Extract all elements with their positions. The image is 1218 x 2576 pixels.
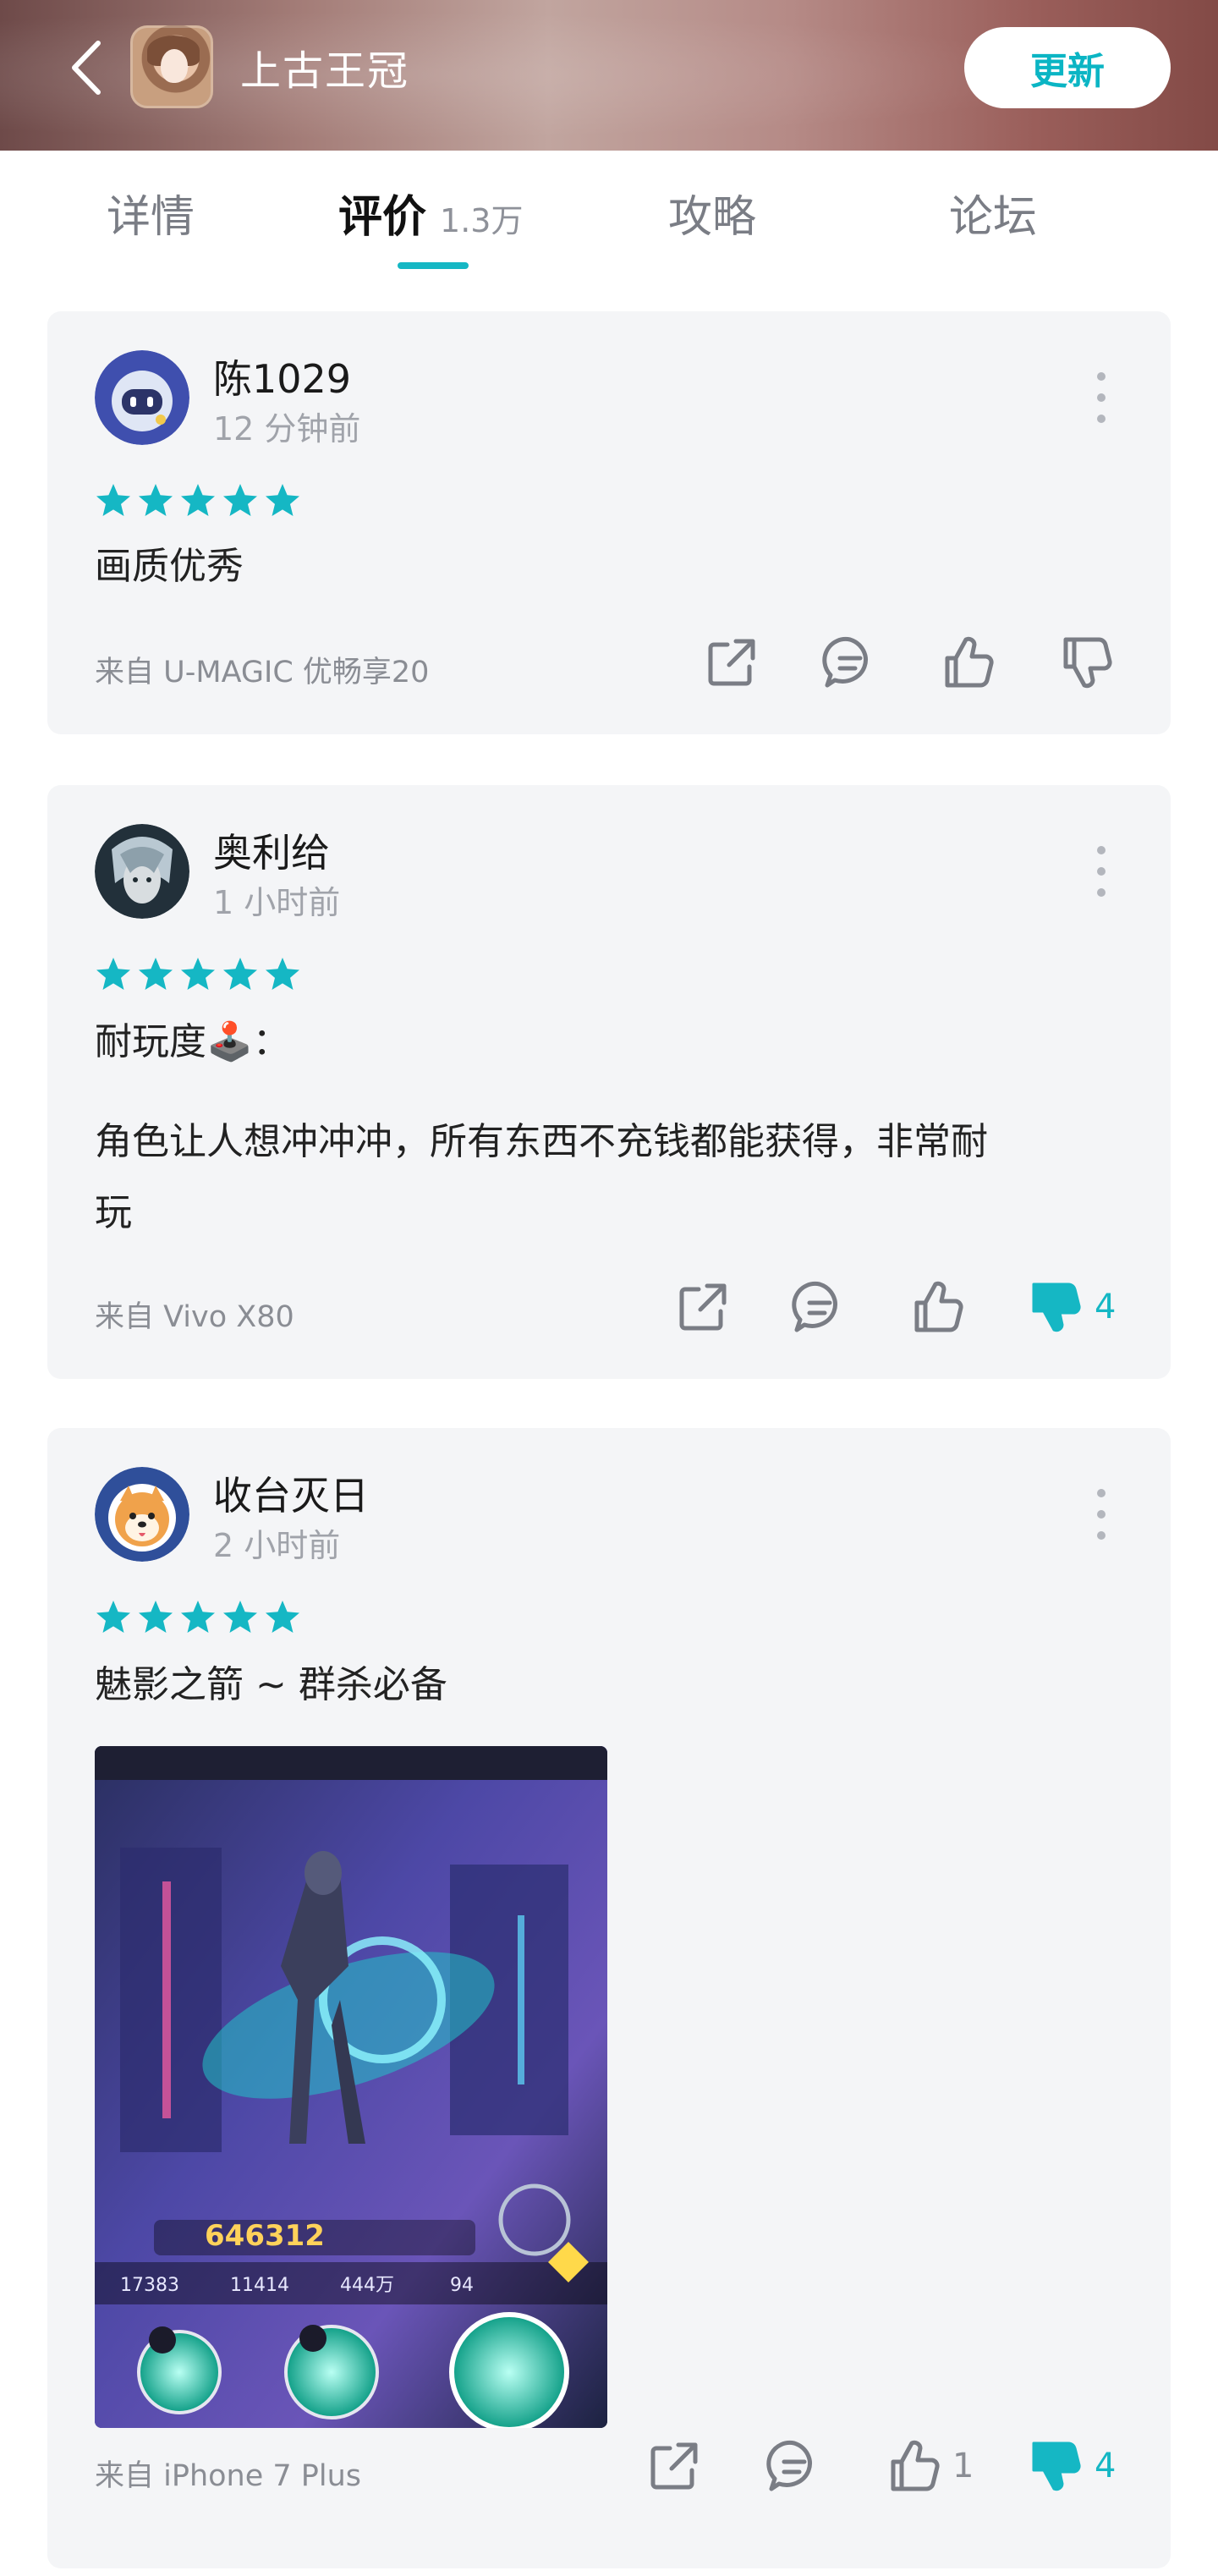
comment-icon bbox=[766, 2440, 812, 2491]
star-icon bbox=[96, 1601, 130, 1633]
review-count: 1.3万 bbox=[440, 202, 524, 239]
comment-icon bbox=[822, 636, 868, 688]
review-text: 魅影之箭 ~ 群杀必备 bbox=[95, 1650, 447, 1721]
avatar[interactable] bbox=[95, 350, 189, 445]
review-line: 玩 bbox=[95, 1191, 132, 1234]
review-time: 12 分钟前 bbox=[213, 410, 361, 448]
comment-button[interactable] bbox=[820, 633, 880, 692]
share-button[interactable] bbox=[645, 2436, 704, 2496]
star-icon bbox=[266, 958, 299, 990]
app-title: 上古王冠 bbox=[240, 47, 410, 95]
star-icon bbox=[266, 484, 299, 516]
share-button[interactable] bbox=[673, 1277, 732, 1337]
tab-bar: 详情 评价 1.3万 攻略 论坛 bbox=[0, 151, 1218, 277]
review-line: 耐玩度🕹️： bbox=[95, 1020, 290, 1063]
tab-label: 论坛 bbox=[949, 192, 1038, 243]
stat-value: 11414 bbox=[230, 2275, 289, 2296]
username[interactable]: 奥利给 bbox=[213, 822, 330, 878]
star-icon bbox=[223, 958, 257, 990]
star-icon bbox=[181, 958, 215, 990]
comment-button[interactable] bbox=[790, 1277, 849, 1337]
review-time: 1 小时前 bbox=[213, 884, 341, 921]
star-icon bbox=[139, 958, 173, 990]
device-source: 来自 Vivo X80 bbox=[95, 1300, 294, 1334]
review-card: 收台灭日 2 小时前 魅影之箭 ~ 群杀必备 646312 17383 1141… bbox=[47, 1428, 1171, 2568]
avatar[interactable] bbox=[95, 1467, 189, 1562]
star-rating bbox=[95, 956, 301, 993]
thumbs-down-icon bbox=[1063, 637, 1112, 689]
dislike-button[interactable]: 4 bbox=[1027, 2436, 1116, 2496]
like-button[interactable] bbox=[908, 1277, 976, 1337]
dislike-count: 4 bbox=[1095, 1288, 1116, 1326]
comment-button[interactable] bbox=[765, 2436, 824, 2496]
more-options-icon[interactable] bbox=[1091, 846, 1111, 897]
active-tab-indicator bbox=[398, 262, 469, 269]
tab-label: 攻略 bbox=[668, 192, 757, 243]
thumbs-down-filled-icon bbox=[1032, 1283, 1081, 1332]
avatar[interactable] bbox=[95, 824, 189, 919]
comment-icon bbox=[792, 1281, 837, 1332]
star-icon bbox=[96, 958, 130, 990]
star-icon bbox=[223, 484, 257, 516]
update-button[interactable]: 更新 bbox=[964, 27, 1171, 108]
review-card: 奥利给 1 小时前 耐玩度🕹️： 角色让人想冲冲冲，所有东西不充钱都能获得，非常… bbox=[47, 785, 1171, 1379]
app-icon bbox=[130, 25, 213, 108]
back-arrow-icon bbox=[72, 41, 101, 95]
tab-details[interactable]: 详情 bbox=[107, 181, 195, 244]
share-icon bbox=[650, 2442, 698, 2490]
device-source: 来自 U-MAGIC 优畅享20 bbox=[95, 656, 430, 689]
star-icon bbox=[139, 1601, 173, 1633]
stat-value: 94 bbox=[450, 2275, 474, 2296]
star-icon bbox=[96, 484, 130, 516]
tab-label: 评价 bbox=[338, 192, 427, 243]
thumbs-up-icon bbox=[914, 1281, 963, 1332]
review-text: 耐玩度🕹️： 角色让人想冲冲冲，所有东西不充钱都能获得，非常耐 玩 bbox=[95, 1007, 988, 1249]
username[interactable]: 陈1029 bbox=[213, 349, 351, 404]
device-source: 来自 iPhone 7 Plus bbox=[95, 2459, 362, 2493]
thumbs-up-icon bbox=[891, 2440, 940, 2491]
share-icon bbox=[708, 639, 755, 686]
star-icon bbox=[181, 484, 215, 516]
stat-value: 17383 bbox=[120, 2275, 179, 2296]
star-icon bbox=[223, 1601, 257, 1633]
star-rating bbox=[95, 482, 301, 519]
dislike-button[interactable]: 4 bbox=[1027, 1277, 1116, 1337]
power-value: 646312 bbox=[205, 2219, 325, 2253]
tab-reviews[interactable]: 评价 1.3万 bbox=[338, 181, 523, 244]
like-button[interactable] bbox=[939, 633, 1007, 692]
stat-value: 444万 bbox=[340, 2275, 394, 2296]
star-icon bbox=[139, 484, 173, 516]
username[interactable]: 收台灭日 bbox=[213, 1465, 369, 1521]
app-header: 上古王冠 更新 bbox=[0, 0, 1218, 151]
star-rating bbox=[95, 1599, 301, 1636]
review-screenshot-image[interactable]: 646312 17383 11414 444万 94 bbox=[95, 1746, 607, 2428]
review-card: 陈1029 12 分钟前 画质优秀 来自 U-MAGIC 优畅享20 bbox=[47, 311, 1171, 734]
star-icon bbox=[266, 1601, 299, 1633]
more-options-icon[interactable] bbox=[1091, 372, 1111, 423]
thumbs-down-filled-icon bbox=[1032, 2441, 1081, 2491]
like-button[interactable]: 1 bbox=[885, 2436, 974, 2496]
review-line: 画质优秀 bbox=[95, 545, 244, 588]
more-options-icon[interactable] bbox=[1091, 1489, 1111, 1540]
thumbs-up-icon bbox=[945, 636, 994, 688]
dislike-count: 4 bbox=[1095, 2447, 1116, 2485]
review-line: 魅影之箭 ~ 群杀必备 bbox=[95, 1663, 447, 1706]
review-line: 角色让人想冲冲冲，所有东西不充钱都能获得，非常耐 bbox=[95, 1120, 988, 1163]
share-icon bbox=[679, 1283, 727, 1331]
share-button[interactable] bbox=[702, 633, 761, 692]
dislike-button[interactable] bbox=[1057, 633, 1125, 692]
review-text: 画质优秀 bbox=[95, 531, 244, 602]
back-button[interactable] bbox=[61, 36, 112, 100]
tab-label: 详情 bbox=[107, 192, 195, 243]
star-icon bbox=[181, 1601, 215, 1633]
review-time: 2 小时前 bbox=[213, 1527, 341, 1564]
like-count: 1 bbox=[952, 2447, 974, 2485]
tab-forum[interactable]: 论坛 bbox=[949, 181, 1037, 244]
tab-guides[interactable]: 攻略 bbox=[668, 181, 756, 244]
